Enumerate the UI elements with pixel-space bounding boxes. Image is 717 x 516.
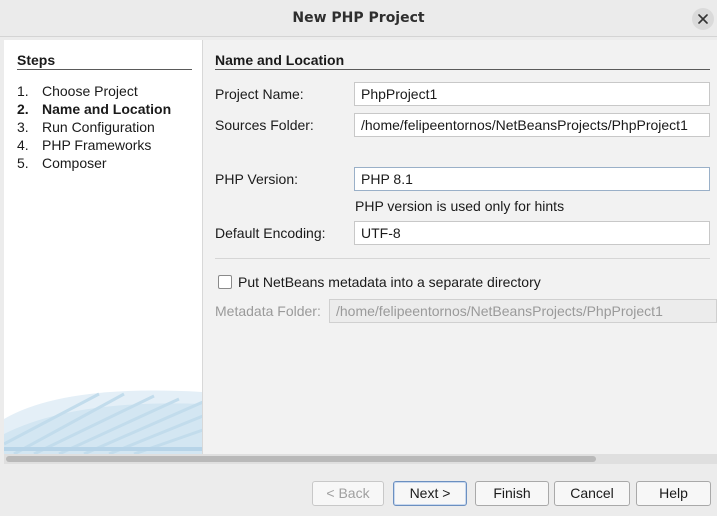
step-label: Run Configuration xyxy=(42,119,155,135)
php-version-label: PHP Version: xyxy=(215,171,299,187)
default-encoding-label: Default Encoding: xyxy=(215,225,326,241)
project-name-input[interactable]: PhpProject1 xyxy=(354,82,710,106)
separate-metadata-label[interactable]: Put NetBeans metadata into a separate di… xyxy=(238,274,541,290)
sources-folder-input[interactable]: /home/felipeentornos/NetBeansProjects/Ph… xyxy=(354,113,710,137)
step-label: Composer xyxy=(42,155,107,171)
metadata-folder-input: /home/felipeentornos/NetBeansProjects/Ph… xyxy=(329,299,717,323)
step-label: Choose Project xyxy=(42,83,138,99)
separate-metadata-checkbox[interactable] xyxy=(218,275,232,289)
close-icon xyxy=(698,14,708,24)
steps-divider xyxy=(17,69,192,70)
title-bar: New PHP Project xyxy=(0,0,717,37)
php-version-select[interactable]: PHP 8.1 xyxy=(354,167,710,191)
wizard-decoration-image xyxy=(4,390,202,454)
step-item: 3. Run Configuration xyxy=(17,119,155,135)
next-button[interactable]: Next > xyxy=(393,481,467,506)
step-label: Name and Location xyxy=(42,101,172,117)
steps-panel: Steps 1. Choose Project 2. Name and Locati… xyxy=(4,40,203,454)
project-name-label: Project Name: xyxy=(215,86,304,102)
steps-heading: Steps xyxy=(17,52,56,68)
php-version-hint: PHP version is used only for hints xyxy=(355,198,565,214)
step-item: 1. Choose Project xyxy=(17,83,138,99)
default-encoding-select[interactable]: UTF-8 xyxy=(354,221,710,245)
back-button[interactable]: < Back xyxy=(312,481,384,506)
section-separator xyxy=(215,258,710,259)
scrollbar-thumb[interactable] xyxy=(6,456,596,462)
panel-divider xyxy=(215,69,710,70)
step-label: PHP Frameworks xyxy=(42,137,152,153)
help-button[interactable]: Help xyxy=(636,481,711,506)
metadata-folder-label: Metadata Folder: xyxy=(215,303,321,319)
window-title: New PHP Project xyxy=(292,10,425,26)
horizontal-scrollbar[interactable] xyxy=(4,454,717,464)
steps-list: 1. Choose Project 2. Name and Location 3. R… xyxy=(17,82,171,172)
finish-button[interactable]: Finish xyxy=(475,481,549,506)
step-item-current: 2. Name and Location xyxy=(17,101,172,117)
step-item: 4. PHP Frameworks xyxy=(17,137,152,153)
cancel-button[interactable]: Cancel xyxy=(554,481,630,506)
step-item: 5. Composer xyxy=(17,155,107,171)
sources-folder-label: Sources Folder: xyxy=(215,117,314,133)
separate-metadata-option[interactable]: Put NetBeans metadata into a separate di… xyxy=(218,274,541,290)
panel-heading: Name and Location xyxy=(215,52,345,68)
name-location-panel: Name and Location Project Name: PhpProje… xyxy=(203,40,717,454)
close-button[interactable] xyxy=(692,8,714,30)
